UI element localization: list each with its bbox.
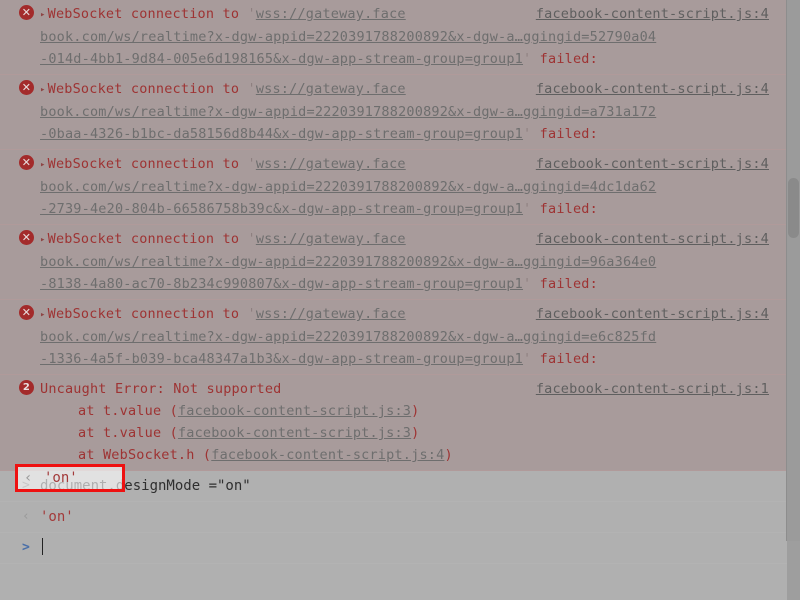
message-prefix: WebSocket connection to (47, 231, 248, 247)
stack-frame-link[interactable]: facebook-content-script.js:3 (178, 425, 411, 441)
console-message-error[interactable]: ✕ facebook-content-script.js:4 ▸ WebSocke… (0, 300, 787, 375)
websocket-url-part-3[interactable]: -2739-4e20-804b-66586758b39c&x-dgw-app-s… (40, 201, 523, 217)
stack-frame-text: at t.value ( (78, 425, 178, 441)
websocket-url-part-2[interactable]: book.com/ws/realtime?x-dgw-appid=2220391… (40, 179, 656, 195)
close-quote: ' (523, 126, 532, 142)
stack-frame-close: ) (411, 425, 420, 441)
error-circle-icon: ✕ (19, 305, 34, 320)
uncaught-error-title: Uncaught Error: Not supported (40, 381, 282, 397)
open-quote: ' (247, 6, 256, 22)
websocket-url-part-3[interactable]: -1336-4a5f-b039-bca48347a1b3&x-dgw-app-s… (40, 351, 523, 367)
websocket-url-part-1[interactable]: wss://gateway.face (256, 81, 406, 97)
error-circle-icon: ✕ (19, 80, 34, 95)
message-prefix: WebSocket connection to (47, 6, 248, 22)
expand-arrow-icon[interactable]: ▸ (40, 154, 46, 176)
console-output-row[interactable]: ‹ 'on' (0, 502, 787, 533)
message-prefix: WebSocket connection to (47, 81, 248, 97)
websocket-url-part-1[interactable]: wss://gateway.face (256, 306, 406, 322)
stack-frame: at t.value (facebook-content-script.js:3… (78, 400, 785, 422)
devtools-console-panel[interactable]: ✕ facebook-content-script.js:4 ▸ WebSocke… (0, 0, 800, 600)
websocket-url-part-1[interactable]: wss://gateway.face (256, 156, 406, 172)
console-message-error[interactable]: ✕ facebook-content-script.js:4 ▸ WebSocke… (0, 0, 787, 75)
output-arrow-icon: ‹ (22, 509, 30, 524)
console-message-error[interactable]: ✕ facebook-content-script.js:4 ▸ WebSocke… (0, 225, 787, 300)
source-link[interactable]: facebook-content-script.js:4 (536, 78, 769, 100)
console-empty-area[interactable] (0, 564, 787, 600)
console-scrollbar[interactable] (786, 0, 800, 541)
open-quote: ' (247, 306, 256, 322)
stack-frame: at WebSocket.h (facebook-content-script.… (78, 444, 785, 466)
websocket-url-part-2[interactable]: book.com/ws/realtime?x-dgw-appid=2220391… (40, 254, 656, 270)
expand-arrow-icon[interactable]: ▸ (40, 4, 46, 26)
websocket-url-part-3[interactable]: -014d-4bb1-9d84-005e6d198165&x-dgw-app-s… (40, 51, 523, 67)
websocket-url-part-2[interactable]: book.com/ws/realtime?x-dgw-appid=2220391… (40, 104, 656, 120)
websocket-url-part-1[interactable]: wss://gateway.face (256, 231, 406, 247)
message-suffix: failed: (539, 51, 598, 67)
close-quote: ' (523, 51, 532, 67)
stack-frame-close: ) (444, 447, 453, 463)
websocket-url-part-1[interactable]: wss://gateway.face (256, 6, 406, 22)
annotation-highlighted-result: ‹ 'on' (18, 467, 122, 489)
output-arrow-icon: ‹ (24, 470, 33, 486)
websocket-url-part-3[interactable]: -8138-4a80-ac70-8b234c990807&x-dgw-app-s… (40, 276, 523, 292)
open-quote: ' (247, 81, 256, 97)
console-message-uncaught-error[interactable]: 2 facebook-content-script.js:1 Uncaught … (0, 375, 787, 471)
close-quote: ' (523, 276, 532, 292)
source-link[interactable]: facebook-content-script.js:1 (536, 378, 769, 400)
source-link[interactable]: facebook-content-script.js:4 (536, 303, 769, 325)
websocket-url-part-2[interactable]: book.com/ws/realtime?x-dgw-appid=2220391… (40, 329, 656, 345)
console-message-list: ✕ facebook-content-script.js:4 ▸ WebSocke… (0, 0, 787, 600)
source-link[interactable]: facebook-content-script.js:4 (536, 153, 769, 175)
error-circle-icon: ✕ (19, 155, 34, 170)
error-circle-icon: ✕ (19, 230, 34, 245)
expand-arrow-icon[interactable]: ▸ (40, 229, 46, 251)
websocket-url-part-2[interactable]: book.com/ws/realtime?x-dgw-appid=2220391… (40, 29, 656, 45)
close-quote: ' (523, 201, 532, 217)
stack-frame: at t.value (facebook-content-script.js:3… (78, 422, 785, 444)
stack-frame-close: ) (411, 403, 420, 419)
close-quote: ' (523, 351, 532, 367)
open-quote: ' (247, 156, 256, 172)
message-prefix: WebSocket connection to (47, 306, 248, 322)
stack-frame-text: at WebSocket.h ( (78, 447, 212, 463)
message-prefix: WebSocket connection to (47, 156, 248, 172)
console-message-error[interactable]: ✕ facebook-content-script.js:4 ▸ WebSocke… (0, 75, 787, 150)
message-suffix: failed: (539, 126, 598, 142)
new-prompt-icon: > (22, 540, 30, 555)
message-suffix: failed: (539, 201, 598, 217)
error-count-badge: 2 (19, 380, 34, 395)
console-message-error[interactable]: ✕ facebook-content-script.js:4 ▸ WebSocke… (0, 150, 787, 225)
stack-frame-text: at t.value ( (78, 403, 178, 419)
source-link[interactable]: facebook-content-script.js:4 (536, 228, 769, 250)
source-link[interactable]: facebook-content-script.js:4 (536, 3, 769, 25)
open-quote: ' (247, 231, 256, 247)
console-new-prompt-row[interactable]: > (0, 533, 787, 564)
annotation-result-value: 'on' (44, 470, 78, 486)
stack-frame-link[interactable]: facebook-content-script.js:3 (178, 403, 411, 419)
console-result-value: 'on' (40, 509, 74, 525)
expand-arrow-icon[interactable]: ▸ (40, 79, 46, 101)
console-scrollbar-thumb[interactable] (788, 178, 799, 238)
websocket-url-part-3[interactable]: -0baa-4326-b1bc-da58156d8b44&x-dgw-app-s… (40, 126, 523, 142)
error-circle-icon: ✕ (19, 5, 34, 20)
message-suffix: failed: (539, 276, 598, 292)
message-suffix: failed: (539, 351, 598, 367)
expand-arrow-icon[interactable]: ▸ (40, 304, 46, 326)
stack-frame-link[interactable]: facebook-content-script.js:4 (211, 447, 444, 463)
stack-trace: at t.value (facebook-content-script.js:3… (40, 400, 785, 466)
